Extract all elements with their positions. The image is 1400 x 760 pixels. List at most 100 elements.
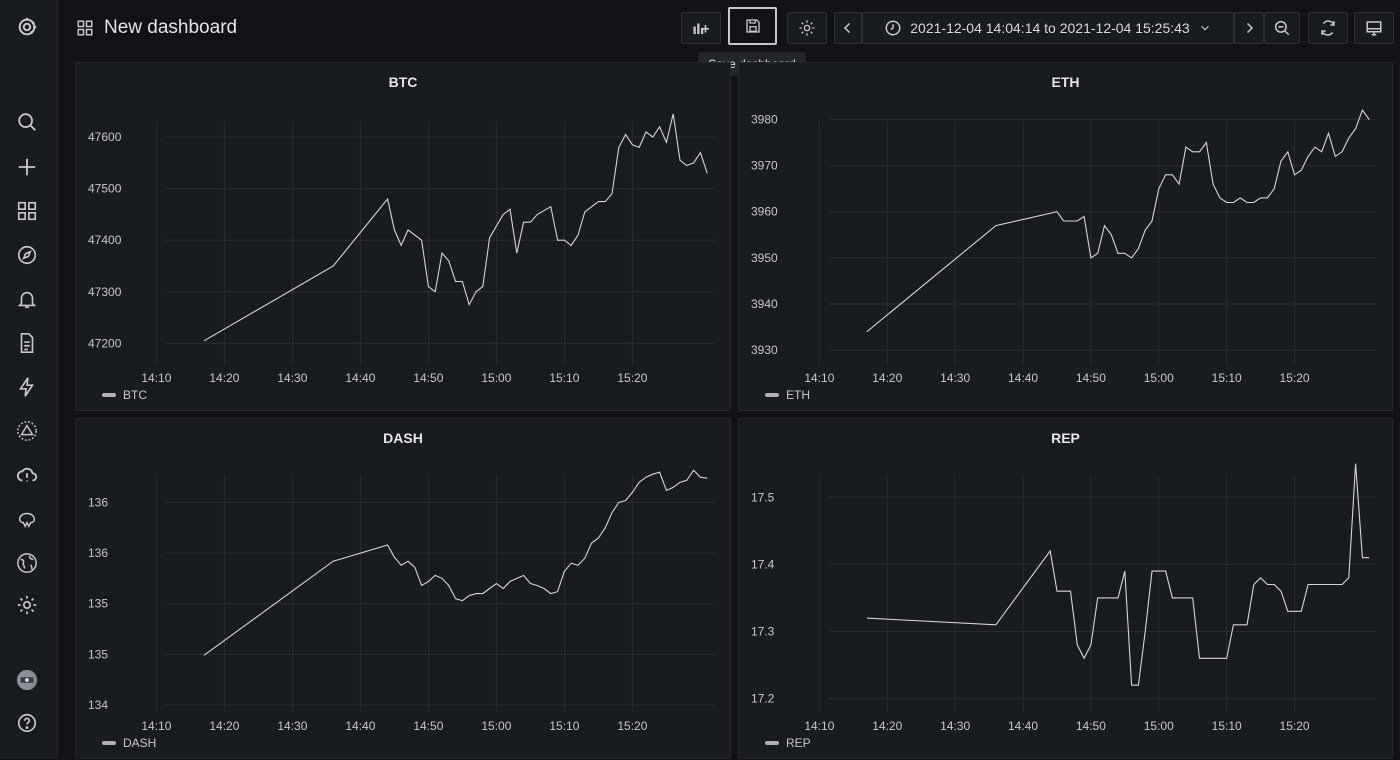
x-tick-label: 14:50 bbox=[1076, 719, 1106, 733]
avatar[interactable] bbox=[13, 666, 41, 694]
chart-dash: 14:10 14:20 14:30 14:40 14:50 15:00 15:10 15:20… bbox=[88, 469, 714, 733]
x-tick-label: 14:20 bbox=[209, 371, 239, 385]
add-panel-button[interactable] bbox=[681, 12, 721, 44]
y-tick-label: 3970 bbox=[751, 159, 778, 173]
gear-icon[interactable] bbox=[13, 591, 41, 619]
y-tick-label: 47500 bbox=[88, 182, 122, 196]
chart-eth: 14:10 14:20 14:30 14:40 14:50 15:00 15:10 15:20… bbox=[751, 109, 1376, 385]
y-tick-label: 17.4 bbox=[751, 557, 775, 571]
dashboard-title[interactable]: New dashboard bbox=[76, 14, 237, 42]
x-tick-label: 14:20 bbox=[872, 371, 902, 385]
legend[interactable]: ETH bbox=[765, 388, 810, 402]
dashboards-icon[interactable] bbox=[13, 197, 41, 225]
x-tick-label: 15:00 bbox=[1144, 719, 1174, 733]
x-tick-label: 15:10 bbox=[549, 719, 579, 733]
x-tick-label: 14:50 bbox=[1076, 371, 1106, 385]
gear-icon bbox=[799, 20, 815, 36]
legend-label: DASH bbox=[123, 736, 157, 750]
y-tick-label: 134 bbox=[88, 698, 108, 712]
x-tick-label: 15:00 bbox=[1144, 371, 1174, 385]
panel-rep[interactable]: REP 14:10 14:20 14:30 14:40 14:50 15:00 15:10 1… bbox=[738, 418, 1393, 759]
legend-swatch bbox=[765, 741, 779, 745]
time-range-picker[interactable]: 2021-12-04 14:04:14 to 2021-12-04 15:25:… bbox=[862, 12, 1234, 44]
y-tick-label: 47200 bbox=[88, 336, 122, 350]
x-tick-label: 14:40 bbox=[345, 371, 375, 385]
x-tick-label: 15:10 bbox=[1212, 719, 1242, 733]
help-icon[interactable] bbox=[13, 709, 41, 737]
save-icon bbox=[745, 19, 760, 33]
x-tick-label: 15:10 bbox=[549, 371, 579, 385]
monitor-icon bbox=[1366, 21, 1382, 36]
y-tick-label: 135 bbox=[88, 647, 108, 661]
panel-btc[interactable]: BTC 14:10 14:20 14:30 14:40 14:50 15:00 15:10 1… bbox=[75, 62, 731, 411]
globe-icon[interactable] bbox=[13, 549, 41, 577]
zoom-out-button[interactable] bbox=[1264, 12, 1300, 44]
plus-icon[interactable] bbox=[13, 153, 41, 181]
legend[interactable]: BTC bbox=[102, 388, 147, 402]
legend[interactable]: DASH bbox=[102, 736, 156, 750]
x-tick-label: 14:30 bbox=[277, 719, 307, 733]
dashboard-title-text: New dashboard bbox=[104, 17, 238, 38]
reports-icon[interactable] bbox=[13, 329, 41, 357]
y-tick-label: 3950 bbox=[751, 251, 778, 265]
search-icon[interactable] bbox=[13, 108, 41, 136]
x-tick-label: 14:10 bbox=[141, 719, 171, 733]
triangle-icon[interactable] bbox=[13, 417, 41, 445]
brain-icon[interactable] bbox=[13, 505, 41, 533]
y-tick-label: 47300 bbox=[88, 285, 122, 299]
chart-btc: 14:10 14:20 14:30 14:40 14:50 15:00 15:10 15:20… bbox=[88, 113, 714, 385]
y-tick-label: 136 bbox=[88, 546, 108, 560]
refresh-button[interactable] bbox=[1308, 12, 1348, 44]
zoom-out-icon bbox=[1274, 20, 1290, 36]
x-tick-label: 14:50 bbox=[413, 371, 443, 385]
refresh-icon bbox=[1321, 20, 1335, 36]
sidebar bbox=[0, 0, 58, 759]
y-tick-label: 3940 bbox=[751, 297, 778, 311]
alerting-icon[interactable] bbox=[13, 285, 41, 313]
time-forward-button[interactable] bbox=[1234, 12, 1264, 44]
x-tick-label: 15:00 bbox=[481, 719, 511, 733]
time-back-button[interactable] bbox=[834, 12, 862, 44]
panel-dash[interactable]: DASH 14:10 14:20 14:30 14:40 14:50 15:00 15:10… bbox=[75, 418, 731, 759]
tv-mode-button[interactable] bbox=[1354, 12, 1394, 44]
y-tick-label: 136 bbox=[88, 496, 108, 510]
y-tick-label: 47400 bbox=[88, 233, 122, 247]
legend-label: ETH bbox=[786, 388, 810, 402]
x-tick-label: 15:20 bbox=[1280, 719, 1310, 733]
series-line bbox=[203, 113, 708, 342]
x-tick-label: 14:30 bbox=[940, 719, 970, 733]
y-tick-label: 17.5 bbox=[751, 490, 775, 504]
x-tick-label: 14:40 bbox=[1008, 719, 1038, 733]
cloud-alert-icon[interactable] bbox=[13, 461, 41, 489]
x-tick-label: 15:20 bbox=[617, 719, 647, 733]
y-tick-label: 3930 bbox=[751, 343, 778, 357]
panel-eth[interactable]: ETH 14:10 14:20 14:30 14:40 14:50 15:00 15:10 1… bbox=[738, 62, 1393, 411]
chevron-left-icon bbox=[843, 22, 851, 34]
y-tick-label: 17.2 bbox=[751, 692, 775, 706]
y-tick-label: 17.3 bbox=[751, 624, 775, 638]
clock-icon bbox=[885, 20, 901, 36]
x-tick-label: 15:20 bbox=[1280, 371, 1310, 385]
y-tick-label: 47600 bbox=[88, 130, 122, 144]
legend-swatch bbox=[102, 393, 116, 397]
save-dashboard-button[interactable] bbox=[728, 7, 777, 45]
x-tick-label: 14:40 bbox=[345, 719, 375, 733]
x-tick-label: 15:00 bbox=[481, 371, 511, 385]
x-tick-label: 14:10 bbox=[804, 371, 834, 385]
lightning-icon[interactable] bbox=[13, 373, 41, 401]
explore-icon[interactable] bbox=[13, 241, 41, 269]
y-tick-label: 3980 bbox=[751, 112, 778, 126]
legend[interactable]: REP bbox=[765, 736, 811, 750]
x-tick-label: 14:30 bbox=[940, 371, 970, 385]
legend-swatch bbox=[102, 741, 116, 745]
chevron-down-icon bbox=[1200, 25, 1209, 31]
dashboard-settings-button[interactable] bbox=[787, 12, 827, 44]
dashboards-icon bbox=[77, 20, 93, 36]
time-range-text: 2021-12-04 14:04:14 to 2021-12-04 15:25:… bbox=[910, 20, 1190, 36]
x-tick-label: 14:20 bbox=[209, 719, 239, 733]
y-tick-label: 135 bbox=[88, 597, 108, 611]
y-tick-label: 3960 bbox=[751, 205, 778, 219]
grafana-logo-icon[interactable] bbox=[13, 13, 41, 41]
legend-label: BTC bbox=[123, 388, 147, 402]
x-tick-label: 14:10 bbox=[141, 371, 171, 385]
